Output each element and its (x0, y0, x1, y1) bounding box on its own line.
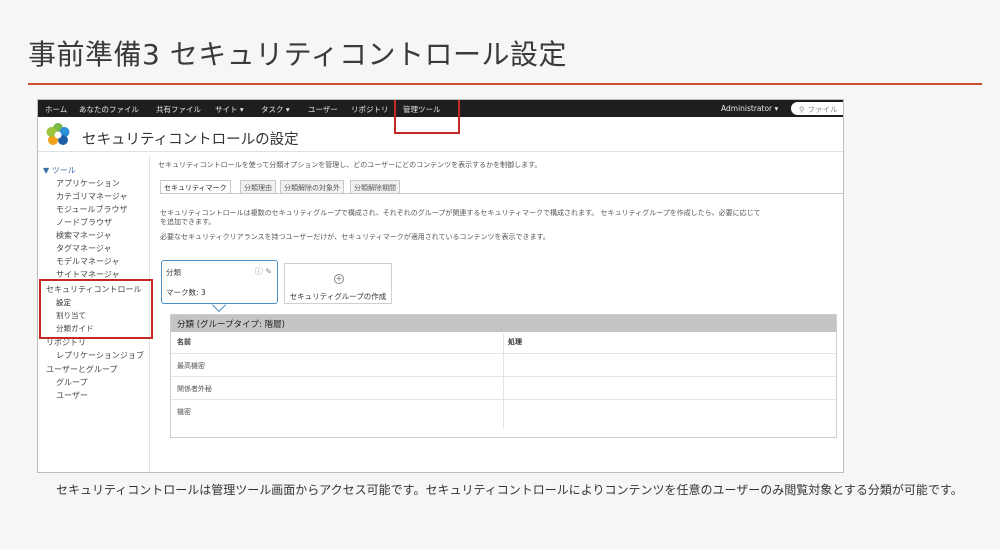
slide-caption: セキュリティコントロールは管理ツール画面からアクセス可能です。セキュリティコント… (56, 483, 963, 497)
intro-paragraph-1: セキュリティコントロールは複数のセキュリティグループで構成され、それぞれのグルー… (160, 209, 761, 217)
search-input[interactable]: ⚲ ファイル (791, 102, 843, 115)
sidebar-item-groups[interactable]: グループ (56, 377, 88, 388)
column-separator (503, 334, 504, 429)
sidebar-item-category-manager[interactable]: カテゴリマネージャ (56, 191, 127, 202)
intro-paragraph-3: 必要なセキュリティクリアランスを持つユーザーだけが、セキュリティマークが適用され… (160, 233, 550, 241)
sidebar-item-users[interactable]: ユーザー (56, 390, 88, 401)
tab-declassification-exemptions[interactable]: 分類解除の対象外 (280, 180, 344, 194)
security-control-highlight (39, 279, 153, 339)
panel-title: 分類 (グループタイプ: 階層) (171, 315, 836, 332)
sidebar-item-model-manager[interactable]: モデルマネージャ (56, 256, 119, 267)
slide-title: 事前準備3 セキュリティコントロール設定 (28, 38, 568, 71)
search-icon: ⚲ (799, 105, 805, 114)
create-security-group-card[interactable]: + セキュリティグループの作成 (284, 263, 392, 304)
create-group-label: セキュリティグループの作成 (289, 292, 387, 301)
group-card-title: 分類 (166, 268, 181, 277)
nav-repository[interactable]: リポジトリ (351, 104, 389, 115)
row-name: 最高機密 (177, 362, 205, 370)
sidebar-item-replication-jobs[interactable]: レプリケーションジョブ (56, 350, 144, 361)
search-placeholder: ファイル (807, 105, 838, 114)
alfresco-logo-icon (46, 123, 70, 145)
group-card-mark-count: マーク数: 3 (166, 288, 206, 297)
nav-home[interactable]: ホーム (45, 104, 67, 115)
nav-shared-files[interactable]: 共有ファイル (156, 104, 201, 115)
row-name: 関係者外秘 (177, 385, 212, 393)
main-description: セキュリティコントロールを使って分類オプションを管理し、どのユーザーにどのコンテ… (158, 161, 542, 169)
security-group-card[interactable]: 分類 ⓘ ✎ マーク数: 3 (161, 260, 278, 304)
sidebar-item-node-browser[interactable]: ノードブラウザ (56, 217, 112, 228)
nav-tasks[interactable]: タスク ▾ (261, 104, 290, 115)
sidebar-item-search-manager[interactable]: 検索マネージャ (56, 230, 111, 241)
sidebar-item-module-browser[interactable]: モジュールブラウザ (56, 204, 127, 215)
tab-underline (160, 193, 843, 194)
sidebar-group-tools[interactable]: ▼ ツール (43, 165, 76, 176)
nav-people[interactable]: ユーザー (308, 104, 338, 115)
nav-my-files[interactable]: あなたのファイル (79, 104, 139, 115)
tab-classification-reasons[interactable]: 分類理由 (240, 180, 276, 194)
add-icon: + (334, 274, 344, 284)
info-edit-icons[interactable]: ⓘ ✎ (255, 266, 272, 277)
sidebar-item-applications[interactable]: アプリケーション (56, 178, 120, 189)
column-header-action: 処理 (508, 338, 522, 346)
sidebar-item-tag-manager[interactable]: タグマネージャ (56, 243, 111, 254)
intro-paragraph-2: を追加できます。 (160, 218, 216, 226)
title-divider (28, 83, 982, 85)
tab-declassification-period[interactable]: 分類解除期間 (350, 180, 400, 194)
classification-panel: 分類 (グループタイプ: 階層) 名前 処理 最高機密 関係者外秘 機密 (170, 314, 837, 438)
nav-sites[interactable]: サイト ▾ (215, 104, 244, 115)
page-title: セキュリティコントロールの設定 (82, 132, 299, 148)
row-name: 機密 (177, 408, 191, 416)
column-header-name: 名前 (177, 338, 191, 346)
screenshot-frame: ホーム あなたのファイル 共有ファイル サイト ▾ タスク ▾ ユーザー リポジ… (37, 99, 844, 473)
tab-security-marks[interactable]: セキュリティマーク (160, 180, 231, 194)
user-menu[interactable]: Administrator ▾ (721, 104, 778, 113)
sidebar-item-users-and-groups[interactable]: ユーザーとグループ (46, 364, 117, 375)
